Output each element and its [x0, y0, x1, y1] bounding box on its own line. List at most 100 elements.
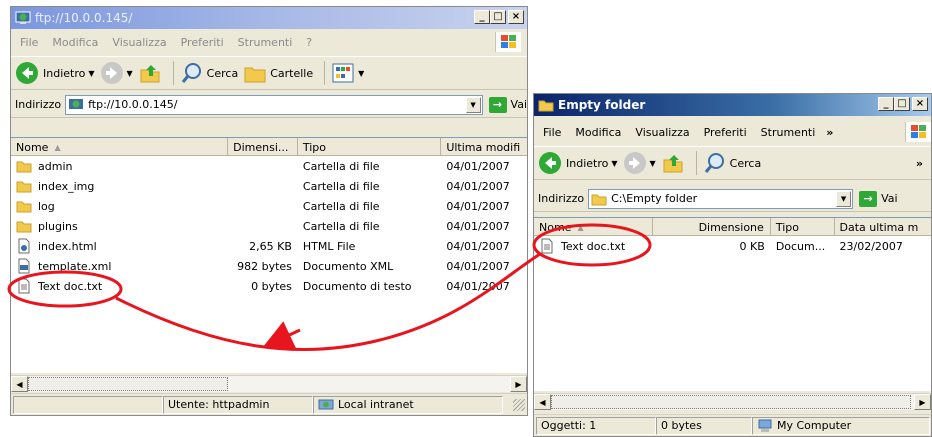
address-dropdown-icon[interactable]: ▼: [465, 96, 481, 113]
file-size: 982 bytes: [237, 259, 292, 273]
file-row[interactable]: plugins Cartella di file 04/01/2007: [11, 216, 527, 236]
file-name[interactable]: template.xml: [11, 258, 228, 274]
address-field[interactable]: ftp://10.0.0.145/ ▼: [65, 94, 483, 115]
folder-icon: [16, 159, 35, 173]
file-list: Nome ▲ Dimensi... Tipo Ultima modifi admi…: [11, 137, 527, 373]
up-folder-button[interactable]: [661, 151, 685, 175]
file-name[interactable]: admin: [11, 159, 228, 173]
file-row[interactable]: log Cartella di file 04/01/2007: [11, 196, 527, 216]
scroll-right-icon[interactable]: ▶: [914, 394, 931, 410]
file-row[interactable]: template.xml 982 bytes Documento XML 04/01/…: [11, 256, 527, 276]
scroll-thumb[interactable]: [551, 395, 911, 409]
search-button[interactable]: Cerca: [703, 151, 761, 175]
menu-modifica[interactable]: Modifica: [45, 36, 105, 49]
windows-logo-icon: [495, 32, 521, 52]
forward-dropdown-icon[interactable]: ▼: [650, 159, 656, 168]
close-button[interactable]: ×: [912, 97, 928, 111]
forward-button[interactable]: ▼: [623, 151, 656, 175]
scroll-thumb[interactable]: [28, 377, 228, 391]
title-bar[interactable]: ftp://10.0.0.145/ _ □ ×: [11, 7, 527, 29]
file-row[interactable]: admin Cartella di file 04/01/2007: [11, 156, 527, 176]
file-size: 0 KB: [739, 239, 765, 253]
minimize-button[interactable]: _: [878, 97, 894, 111]
column-header-date[interactable]: Ultima modifi: [441, 138, 527, 156]
close-button[interactable]: ×: [508, 10, 524, 24]
menu-visualizza[interactable]: Visualizza: [628, 126, 696, 139]
file-type: HTML File: [302, 239, 356, 253]
file-type: Docum...: [775, 239, 826, 253]
search-button[interactable]: Cerca: [180, 61, 238, 85]
menu-overflow-icon[interactable]: »: [822, 126, 837, 139]
file-type: Documento di testo: [302, 279, 412, 293]
status-bar: Oggetti: 1 0 bytes My Computer: [534, 414, 931, 436]
scroll-left-icon[interactable]: ◀: [11, 376, 28, 392]
back-label: Indietro: [43, 66, 86, 80]
menu-strumenti[interactable]: Strumenti: [754, 126, 823, 139]
menu-preferiti[interactable]: Preferiti: [697, 126, 754, 139]
back-button[interactable]: Indietro ▼: [15, 61, 95, 85]
column-header-name[interactable]: Nome ▲: [534, 218, 654, 236]
menu-file[interactable]: File: [13, 36, 45, 49]
maximize-button[interactable]: □: [894, 97, 910, 111]
views-button[interactable]: ▼: [331, 62, 364, 84]
file-name-label: index.html: [38, 239, 97, 253]
file-row[interactable]: index_img Cartella di file 04/01/2007: [11, 176, 527, 196]
maximize-button[interactable]: □: [490, 10, 506, 24]
forward-button[interactable]: ▼: [100, 61, 133, 85]
column-header-date[interactable]: Data ultima m: [835, 218, 932, 236]
title-bar[interactable]: Empty folder _ □ ×: [534, 94, 931, 116]
resize-grip[interactable]: [513, 398, 525, 411]
file-name[interactable]: Text doc.txt: [534, 238, 653, 254]
menu-help[interactable]: ?: [299, 36, 319, 49]
views-dropdown-icon[interactable]: ▼: [358, 69, 364, 78]
column-header-size[interactable]: Dimensi...: [228, 138, 298, 156]
minimize-button[interactable]: _: [474, 10, 490, 24]
back-dropdown-icon[interactable]: ▼: [611, 159, 617, 168]
forward-arrow-icon: [100, 62, 123, 84]
scroll-right-icon[interactable]: ▶: [510, 376, 527, 392]
file-row[interactable]: Text doc.txt 0 KB Docum... 23/02/2007: [534, 236, 931, 256]
file-name[interactable]: Text doc.txt: [11, 278, 228, 294]
file-type: Cartella di file: [302, 199, 380, 213]
menu-bar: File Modifica Visualizza Preferiti Strum…: [534, 121, 931, 143]
go-button[interactable]: → Vai: [859, 190, 898, 207]
address-dropdown-icon[interactable]: ▼: [836, 190, 852, 207]
column-header-size[interactable]: Dimensione: [653, 218, 771, 236]
file-row[interactable]: index.html 2,65 KB HTML File 04/01/2007: [11, 236, 527, 256]
status-size: 0 bytes: [656, 416, 752, 435]
status-zone-label: Local intranet: [338, 398, 414, 411]
up-folder-button[interactable]: [138, 61, 162, 85]
toolbar: Indietro ▼ ▼ Cerca Cartelle ▼: [11, 56, 527, 90]
file-name[interactable]: index.html: [11, 238, 228, 254]
toolbar: Indietro ▼ ▼ Cerca »: [534, 146, 931, 180]
column-header-type[interactable]: Tipo: [771, 218, 835, 236]
column-header-name[interactable]: Nome ▲: [11, 138, 229, 156]
file-date: 04/01/2007: [446, 179, 510, 193]
go-button[interactable]: → Vai: [488, 96, 527, 113]
file-row[interactable]: Text doc.txt 0 bytes Documento di testo 04/…: [11, 276, 527, 296]
file-name[interactable]: plugins: [11, 219, 228, 233]
menu-visualizza[interactable]: Visualizza: [105, 36, 173, 49]
file-name-label: Text doc.txt: [38, 279, 103, 293]
go-label: Vai: [510, 98, 527, 111]
menu-modifica[interactable]: Modifica: [568, 126, 628, 139]
horizontal-scrollbar[interactable]: ◀ ▶: [534, 393, 931, 410]
file-name[interactable]: index_img: [11, 179, 228, 193]
status-user: Utente: httpadmin: [163, 395, 313, 414]
menu-file[interactable]: File: [536, 126, 568, 139]
file-name-label: plugins: [38, 219, 78, 233]
horizontal-scrollbar[interactable]: ◀ ▶: [11, 375, 527, 392]
back-button[interactable]: Indietro ▼: [538, 151, 618, 175]
status-bar: Utente: httpadmin Local intranet: [11, 393, 527, 415]
toolbar-overflow-icon[interactable]: »: [912, 157, 927, 170]
column-header-type[interactable]: Tipo: [298, 138, 442, 156]
address-bar: Indirizzo C:\Empty folder ▼ → Vai: [534, 186, 931, 212]
scroll-left-icon[interactable]: ◀: [534, 394, 551, 410]
forward-dropdown-icon[interactable]: ▼: [127, 69, 133, 78]
folders-button[interactable]: Cartelle: [243, 61, 313, 85]
menu-strumenti[interactable]: Strumenti: [231, 36, 300, 49]
file-name[interactable]: log: [11, 199, 228, 213]
back-dropdown-icon[interactable]: ▼: [88, 69, 94, 78]
menu-preferiti[interactable]: Preferiti: [174, 36, 231, 49]
address-field[interactable]: C:\Empty folder ▼: [588, 188, 854, 209]
